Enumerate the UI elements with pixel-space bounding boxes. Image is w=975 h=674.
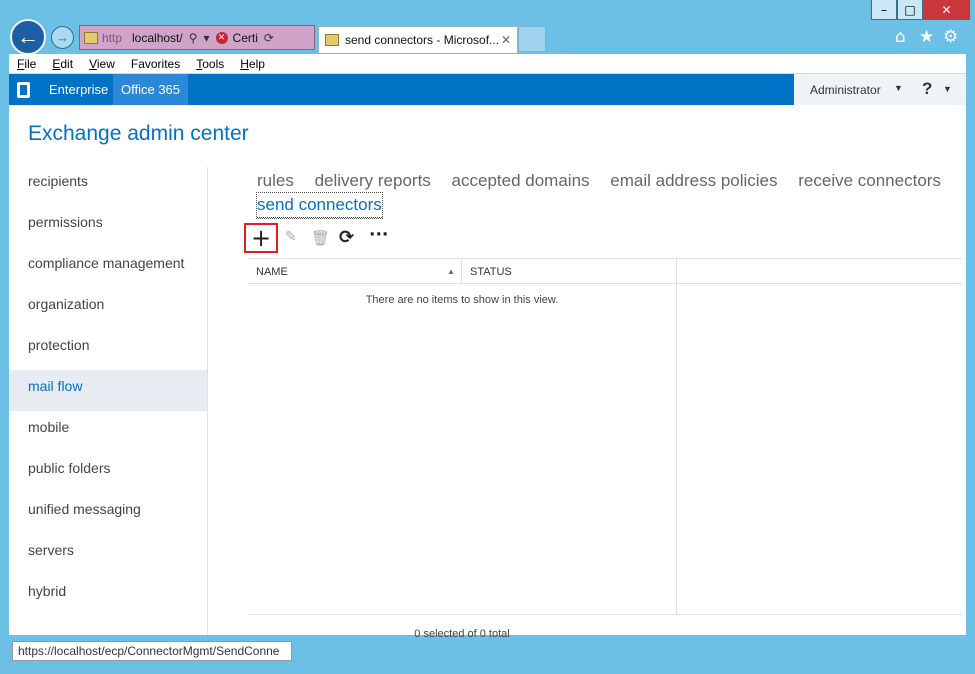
maximize-button[interactable]: □ — [897, 0, 923, 20]
column-divider[interactable] — [461, 259, 462, 284]
menu-bar: File Edit View Favorites Tools Help — [9, 54, 966, 74]
nav-item-protection[interactable]: protection — [9, 329, 207, 370]
tab-send-connectors[interactable]: send connectors — [256, 192, 383, 219]
connectors-grid: NAME ▲ STATUS There are no items to show… — [248, 258, 962, 615]
new-tab-button[interactable] — [518, 26, 546, 52]
page-icon — [84, 31, 98, 44]
more-options-icon[interactable]: ··· — [369, 225, 388, 245]
tab-close-icon[interactable]: ✕ — [501, 33, 511, 47]
nav-item-recipients[interactable]: recipients — [9, 165, 207, 206]
subtab-bar: rules delivery reports accepted domains … — [256, 169, 957, 219]
browser-tab-active[interactable]: send connectors - Microsof... ✕ — [318, 26, 518, 53]
nav-item-servers[interactable]: servers — [9, 534, 207, 575]
menu-help[interactable]: Help — [240, 57, 265, 71]
certificate-error-icon[interactable]: ✕ — [215, 31, 228, 44]
help-icon[interactable]: ? — [922, 79, 932, 99]
menu-view[interactable]: View — [89, 57, 115, 71]
refresh-icon[interactable]: ⟳ — [339, 227, 354, 248]
empty-list-message: There are no items to show in this view. — [365, 294, 559, 306]
action-toolbar: + ✎ 🗑 ⟳ ··· — [241, 223, 441, 253]
tab-delivery-reports[interactable]: delivery reports — [315, 169, 431, 193]
nav-item-organization[interactable]: organization — [9, 288, 207, 329]
address-host: localhost/ — [132, 30, 183, 45]
left-navigation: recipients permissions compliance manage… — [9, 165, 207, 616]
status-bar-url: https://localhost/ecp/ConnectorMgmt/Send… — [12, 641, 292, 661]
search-icon[interactable]: ⚲ — [189, 31, 198, 45]
certificate-error-label[interactable]: Certi — [233, 31, 258, 45]
app-header: Enterprise Office 365 Administrator ▼ ? … — [9, 74, 966, 105]
tab-page-icon — [325, 34, 339, 46]
column-divider[interactable] — [676, 259, 677, 284]
sort-ascending-icon: ▲ — [447, 267, 455, 276]
column-header-status[interactable]: STATUS — [470, 266, 512, 278]
address-prefix: http — [102, 30, 123, 45]
page-title: Exchange admin center — [28, 122, 249, 145]
favorites-star-icon[interactable]: ★ — [919, 27, 934, 47]
tab-title: send connectors - Microsof... — [345, 33, 500, 47]
details-pane-divider — [676, 284, 677, 615]
selection-count: 0 selected of 0 total — [414, 628, 510, 640]
menu-file[interactable]: File — [17, 57, 36, 71]
nav-item-unified-messaging[interactable]: unified messaging — [9, 493, 207, 534]
nav-item-hybrid[interactable]: hybrid — [9, 575, 207, 616]
browser-chrome: – □ ✕ ← → http localhost/ ⚲ ▾ ✕ Certi ⟳ … — [0, 0, 975, 55]
menu-tools[interactable]: Tools — [196, 57, 224, 71]
user-menu[interactable]: Administrator ▼ ? ▼ — [794, 74, 966, 105]
back-button[interactable]: ← — [10, 19, 46, 55]
dropdown-caret-icon[interactable]: ▾ — [204, 31, 210, 45]
forward-arrow-icon: → — [56, 30, 69, 45]
chevron-down-icon[interactable]: ▼ — [943, 84, 952, 94]
nav-divider — [207, 167, 208, 635]
close-window-button[interactable]: ✕ — [923, 0, 970, 20]
add-button[interactable]: + — [244, 223, 278, 253]
edit-pencil-icon[interactable]: ✎ — [285, 229, 297, 245]
tab-email-address-policies[interactable]: email address policies — [610, 169, 777, 193]
menu-favorites[interactable]: Favorites — [131, 57, 180, 71]
nav-item-mobile[interactable]: mobile — [9, 411, 207, 452]
office-logo-icon[interactable] — [17, 82, 30, 98]
nav-item-compliance-management[interactable]: compliance management — [9, 247, 207, 288]
back-arrow-icon: ← — [17, 24, 39, 49]
delete-trash-icon[interactable]: 🗑 — [311, 229, 330, 247]
home-icon[interactable]: ⌂ — [895, 27, 906, 47]
address-bar[interactable]: http localhost/ ⚲ ▾ ✕ Certi ⟳ — [79, 25, 315, 50]
settings-gear-icon[interactable]: ⚙ — [943, 27, 958, 47]
nav-item-mail-flow[interactable]: mail flow — [9, 370, 207, 411]
refresh-page-icon[interactable]: ⟳ — [264, 31, 274, 45]
column-header-name[interactable]: NAME — [256, 266, 288, 278]
page-content: Exchange admin center recipients permiss… — [9, 105, 966, 640]
chevron-down-icon[interactable]: ▼ — [894, 83, 903, 93]
user-name[interactable]: Administrator — [810, 83, 881, 97]
menu-edit[interactable]: Edit — [52, 57, 73, 71]
nav-enterprise[interactable]: Enterprise — [49, 82, 108, 97]
forward-button[interactable]: → — [51, 26, 74, 49]
tab-accepted-domains[interactable]: accepted domains — [452, 169, 590, 193]
grid-header: NAME ▲ STATUS — [248, 258, 962, 284]
grid-bottom-border — [248, 614, 962, 615]
minimize-button[interactable]: – — [871, 0, 897, 20]
tab-receive-connectors[interactable]: receive connectors — [798, 169, 941, 193]
nav-item-public-folders[interactable]: public folders — [9, 452, 207, 493]
nav-item-permissions[interactable]: permissions — [9, 206, 207, 247]
tab-rules[interactable]: rules — [257, 169, 294, 193]
nav-office365[interactable]: Office 365 — [113, 74, 189, 105]
